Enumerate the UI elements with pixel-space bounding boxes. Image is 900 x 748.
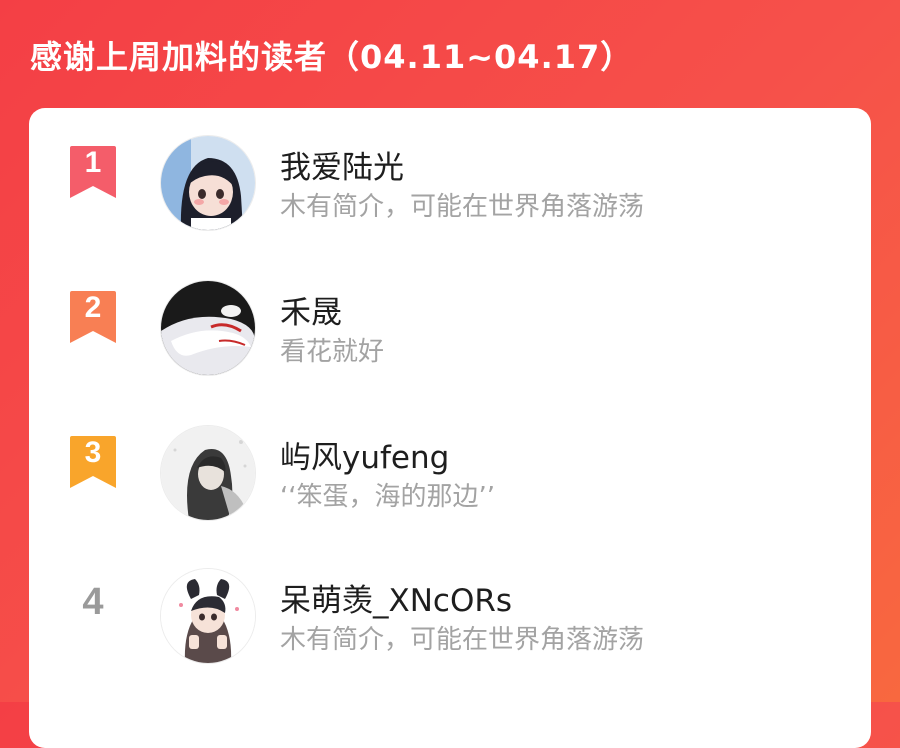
avatar-image-chibi-character bbox=[161, 569, 255, 663]
reader-row-3[interactable]: 3 屿风yufeng ‘‘笨蛋，海的那边’’ bbox=[29, 398, 871, 520]
reader-name: 屿风yufeng bbox=[280, 440, 450, 476]
reader-list-card: 1 我爱陆光 木有简介，可能在世界角落游荡 2 禾晟 看花就好 3 屿风yufe… bbox=[29, 108, 871, 748]
avatar-image-ink-figure bbox=[161, 426, 255, 520]
reader-bio: 木有简介，可能在世界角落游荡 bbox=[280, 625, 645, 655]
rank-badge-3: 3 bbox=[69, 434, 117, 490]
avatar[interactable] bbox=[161, 569, 255, 663]
rank-number: 1 bbox=[84, 146, 102, 179]
rank-number: 3 bbox=[84, 436, 102, 469]
rank-badge-1: 1 bbox=[69, 144, 117, 200]
avatar-image-lying-figure bbox=[161, 281, 255, 375]
reader-bio: ‘‘笨蛋，海的那边’’ bbox=[280, 482, 496, 512]
reader-name: 呆萌羡_XNcORs bbox=[280, 583, 513, 619]
rank-number: 2 bbox=[84, 291, 102, 324]
reader-name: 我爱陆光 bbox=[280, 150, 404, 186]
avatar-image-anime-girl bbox=[161, 136, 255, 230]
rank-badge-2: 2 bbox=[69, 289, 117, 345]
avatar[interactable] bbox=[161, 136, 255, 230]
reader-row-1[interactable]: 1 我爱陆光 木有简介，可能在世界角落游荡 bbox=[29, 108, 871, 230]
avatar[interactable] bbox=[161, 281, 255, 375]
reader-row-2[interactable]: 2 禾晟 看花就好 bbox=[29, 253, 871, 375]
reader-bio: 看花就好 bbox=[280, 337, 385, 367]
avatar[interactable] bbox=[161, 426, 255, 520]
reader-name: 禾晟 bbox=[280, 295, 342, 331]
reader-bio: 木有简介，可能在世界角落游荡 bbox=[280, 192, 645, 222]
reader-row-4[interactable]: 4 呆萌羡_XNcORs 木有简介，可能在世界角落游荡 bbox=[29, 541, 871, 663]
page-title: 感谢上周加料的读者（04.11~04.17） bbox=[30, 38, 634, 76]
rank-number: 4 bbox=[82, 581, 104, 623]
